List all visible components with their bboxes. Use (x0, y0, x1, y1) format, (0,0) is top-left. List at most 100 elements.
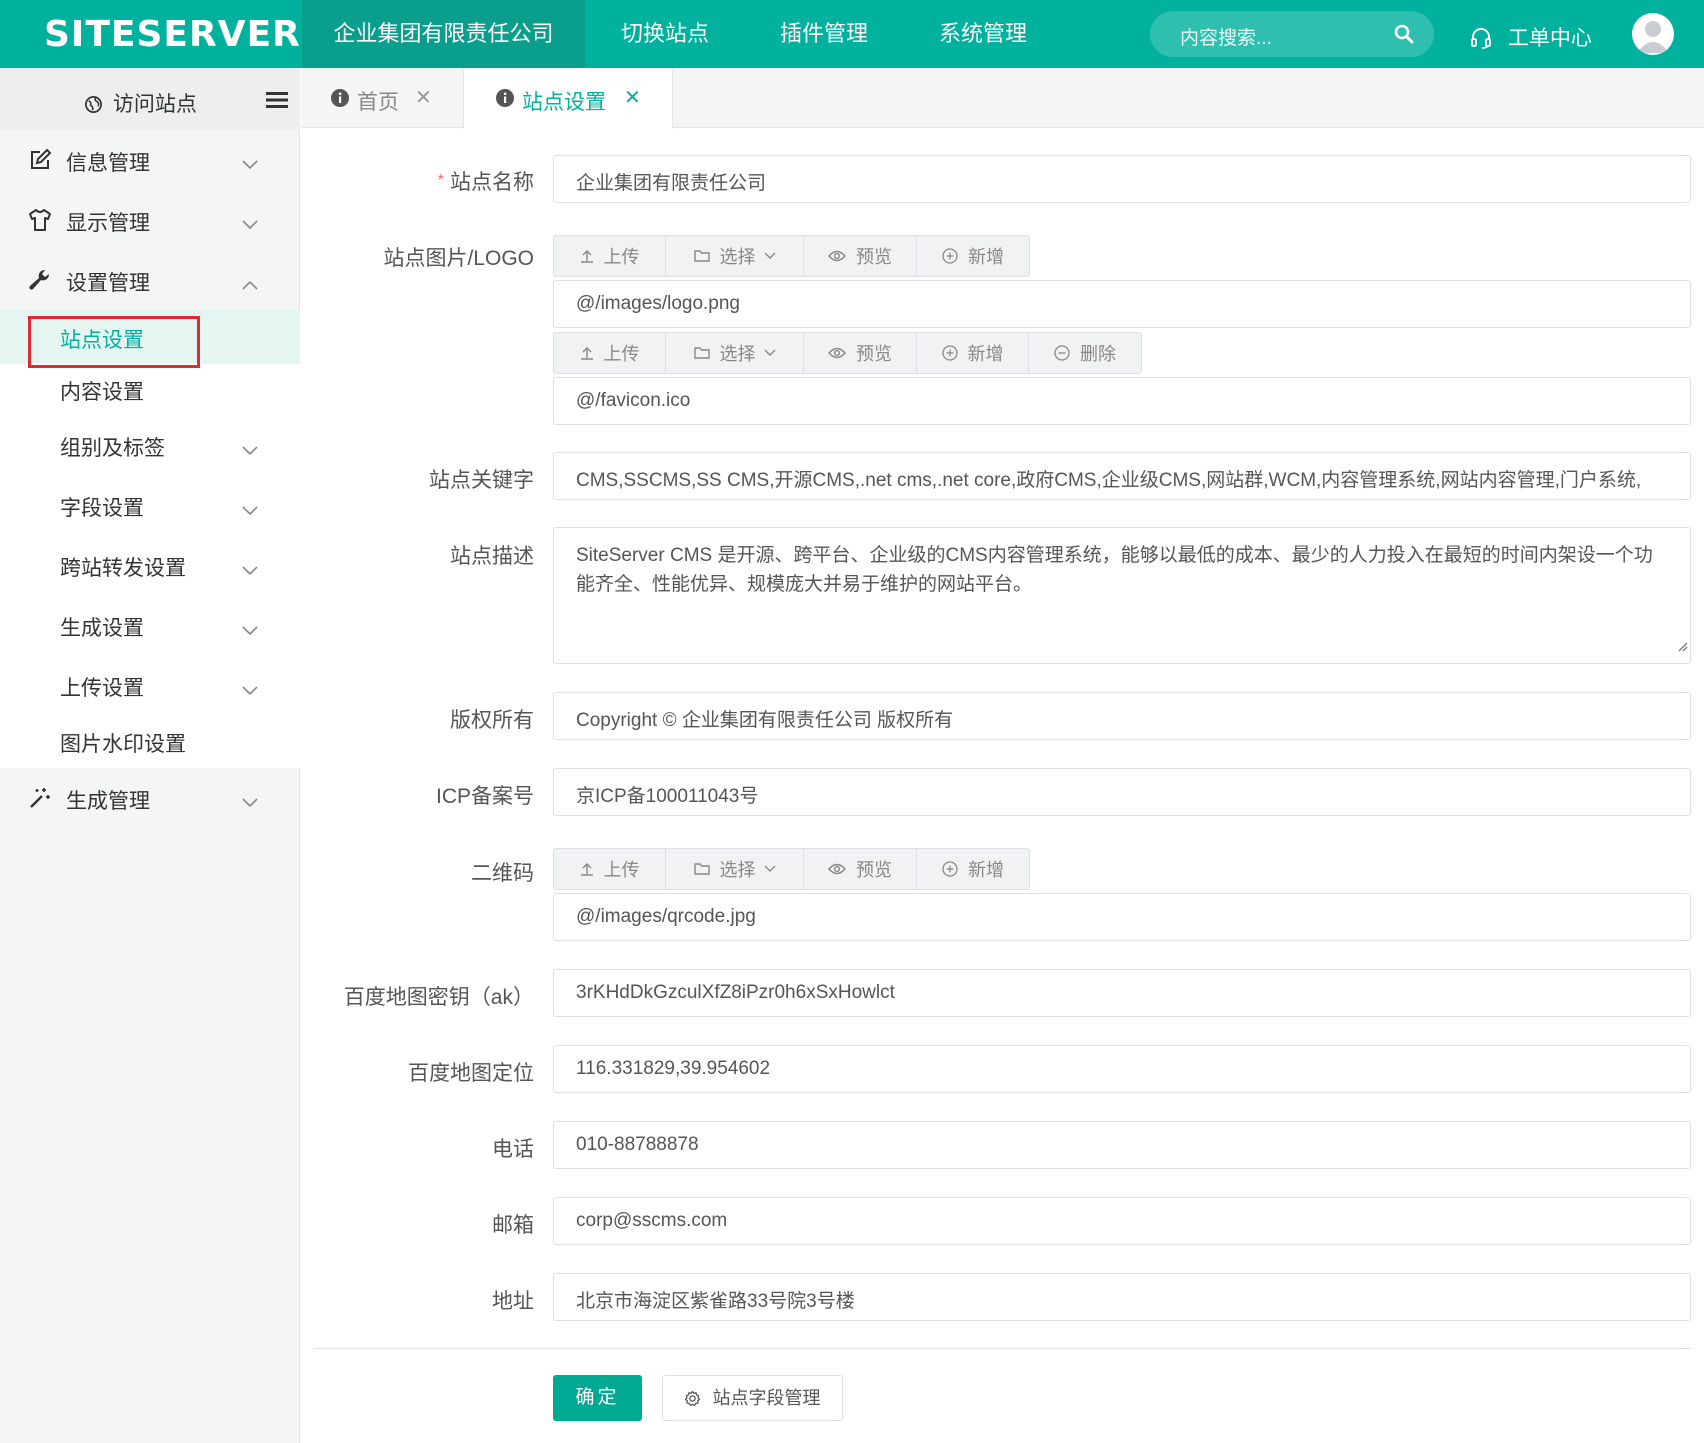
nav-switch-site[interactable]: 切换站点 (605, 0, 725, 68)
visit-site-button[interactable]: 访问站点 (84, 88, 197, 118)
tab-label: 首页 (357, 91, 399, 114)
info-icon (496, 89, 514, 113)
logo-label: 站点图片/LOGO (383, 247, 534, 270)
workorder-label: 工单中心 (1507, 27, 1592, 50)
preview-label: 预览 (856, 860, 892, 880)
sidebar-item-label: 上传设置 (60, 677, 144, 700)
sidebar-item-watermark[interactable]: 图片水印设置 (0, 714, 300, 768)
gear-icon (685, 1390, 701, 1407)
workorder-link[interactable]: 工单中心 (1470, 22, 1592, 52)
phone-label: 电话 (492, 1138, 534, 1161)
info-icon (331, 89, 349, 113)
nav-current-site[interactable]: 企业集团有限责任公司 (302, 0, 585, 68)
minus-circle-icon (1054, 345, 1070, 361)
site-field-manage-button[interactable]: 站点字段管理 (662, 1375, 843, 1421)
sidebar-item-label: 跨站转发设置 (60, 557, 186, 580)
add-label: 新增 (967, 344, 1004, 364)
icp-input[interactable]: 京ICP备100011043号 (553, 768, 1691, 816)
preview-label: 预览 (856, 247, 892, 267)
sidebar-item-upload-settings[interactable]: 上传设置 (0, 658, 300, 712)
baidu-ak-input[interactable]: 3rKHdDkGzculXfZ8iPzr0h6xSxHowlct (553, 969, 1691, 1017)
upload-icon (580, 347, 593, 360)
upload-button[interactable]: 上传 (554, 236, 666, 276)
favicon-path-input[interactable]: @/favicon.ico (553, 377, 1691, 425)
brand-logo[interactable]: SITESERVER (44, 14, 301, 55)
sidebar-item-field-settings[interactable]: 字段设置 (0, 478, 300, 532)
add-button[interactable]: 新增 (917, 849, 1029, 889)
preview-button[interactable]: 预览 (804, 849, 917, 889)
upload-button[interactable]: 上传 (554, 333, 666, 373)
upload-button[interactable]: 上传 (554, 849, 666, 889)
keywords-label: 站点关键字 (429, 469, 534, 492)
select-dropdown-button[interactable]: 选择 (666, 333, 804, 373)
plus-circle-icon (941, 345, 958, 361)
qrcode-path-input[interactable]: @/images/qrcode.jpg (553, 893, 1691, 941)
preview-label: 预览 (856, 344, 892, 364)
add-button[interactable]: 新增 (917, 333, 1029, 373)
sidebar-item-label: 生成管理 (66, 790, 150, 813)
logo-upload-buttons: 上传 选择 预览 新增 (553, 235, 1030, 277)
baidu-location-input[interactable]: 116.331829,39.954602 (553, 1045, 1691, 1093)
resize-handle-icon[interactable] (1676, 632, 1688, 661)
upload-label: 上传 (603, 860, 640, 880)
chevron-down-icon (242, 558, 258, 582)
add-button[interactable]: 新增 (917, 236, 1029, 276)
magic-wand-icon (28, 786, 52, 810)
eye-icon (828, 250, 846, 262)
address-label: 地址 (492, 1290, 534, 1313)
preview-button[interactable]: 预览 (804, 333, 917, 373)
nav-plugins[interactable]: 插件管理 (764, 0, 884, 68)
confirm-button[interactable]: 确定 (553, 1375, 642, 1421)
phone-input[interactable]: 010-88788878 (553, 1121, 1691, 1169)
sidebar-item-cross-site[interactable]: 跨站转发设置 (0, 538, 300, 592)
preview-button[interactable]: 预览 (804, 236, 917, 276)
qrcode-label: 二维码 (471, 862, 534, 885)
copyright-input[interactable]: Copyright © 企业集团有限责任公司 版权所有 (553, 692, 1691, 740)
close-icon[interactable]: ✕ (624, 85, 641, 110)
search-placeholder: 内容搜索... (1180, 28, 1272, 49)
tab-site-settings[interactable]: 站点设置 ✕ (463, 68, 673, 129)
sidebar-item-label: 字段设置 (60, 497, 144, 520)
visit-site-label: 访问站点 (112, 93, 197, 116)
tab-label: 站点设置 (522, 91, 606, 114)
chevron-up-icon (242, 272, 258, 296)
nav-system[interactable]: 系统管理 (923, 0, 1043, 68)
upload-icon (580, 250, 593, 263)
sidebar-item-groups-tags[interactable]: 组别及标签 (0, 418, 300, 472)
select-dropdown-button[interactable]: 选择 (666, 236, 804, 276)
keywords-input[interactable]: CMS,SSCMS,SS CMS,开源CMS,.net cms,.net cor… (553, 452, 1691, 500)
sidebar-item-label: 设置管理 (66, 272, 150, 295)
delete-button[interactable]: 删除 (1029, 333, 1141, 373)
headset-icon (1471, 28, 1491, 49)
logo-path-input[interactable]: @/images/logo.png (553, 280, 1691, 328)
chevron-down-icon (242, 790, 258, 814)
sidebar-item-generate-settings[interactable]: 生成设置 (0, 598, 300, 652)
tab-home[interactable]: 首页 ✕ (301, 68, 463, 128)
close-icon[interactable]: ✕ (415, 85, 432, 110)
copyright-label: 版权所有 (450, 709, 534, 732)
select-label: 选择 (719, 860, 756, 880)
shirt-icon (28, 208, 52, 232)
sidebar-item-generate[interactable]: 生成管理 (0, 770, 300, 826)
sidebar-item-display[interactable]: 显示管理 (0, 192, 300, 248)
description-textarea[interactable]: SiteServer CMS 是开源、跨平台、企业级的CMS内容管理系统，能够以… (553, 527, 1691, 664)
site-name-input[interactable]: 企业集团有限责任公司 (553, 155, 1691, 203)
address-input[interactable]: 北京市海淀区紫雀路33号院3号楼 (553, 1273, 1691, 1321)
sidebar-item-label: 生成设置 (60, 617, 144, 640)
sidebar-item-content-settings[interactable]: 内容设置 (0, 362, 300, 416)
search-icon[interactable] (1394, 24, 1414, 49)
wrench-icon (28, 268, 52, 292)
sidebar-item-site-settings[interactable]: 站点设置 (0, 310, 300, 368)
description-text: SiteServer CMS 是开源、跨平台、企业级的CMS内容管理系统，能够以… (576, 545, 1653, 595)
user-avatar[interactable] (1632, 13, 1674, 55)
favicon-upload-buttons: 上传 选择 预览 新增 删除 (553, 332, 1142, 374)
collapse-menu-icon[interactable] (266, 92, 288, 113)
content-search-input[interactable]: 内容搜索... (1150, 11, 1434, 57)
select-dropdown-button[interactable]: 选择 (666, 849, 804, 889)
chevron-down-icon (764, 865, 775, 872)
description-label: 站点描述 (450, 545, 534, 568)
sidebar-item-label: 内容设置 (60, 381, 144, 404)
email-input[interactable]: corp@sscms.com (553, 1197, 1691, 1245)
sidebar-item-info[interactable]: 信息管理 (0, 132, 300, 188)
sidebar-item-settings[interactable]: 设置管理 (0, 252, 300, 308)
